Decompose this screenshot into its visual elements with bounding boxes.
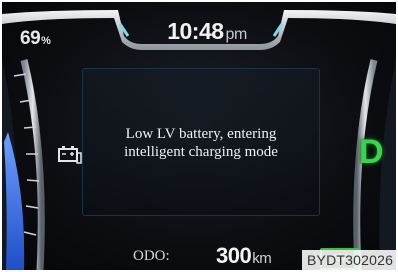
battery-percentage: 69% (20, 28, 51, 50)
watermark: BYDT302026 (302, 250, 398, 270)
warning-message: Low LV battery, entering intelligent cha… (83, 125, 319, 161)
gear-indicator: D (359, 133, 384, 171)
clock: 10:48 pm (152, 18, 262, 45)
odometer-label: ODO: (133, 248, 170, 264)
warning-message-line-2: intelligent charging mode (124, 144, 278, 160)
odometer-value: 300 (216, 243, 252, 268)
warning-message-line-1: Low LV battery, entering (125, 126, 277, 142)
battery-percent-unit: % (41, 35, 51, 47)
odometer-unit: km (252, 250, 272, 267)
odometer-reading: 300km (216, 243, 272, 269)
clock-period: pm (225, 26, 248, 43)
lv-battery-icon (58, 146, 82, 164)
warning-message-panel: Low LV battery, entering intelligent cha… (82, 68, 320, 216)
clock-time: 10:48 (167, 18, 224, 44)
battery-percent-value: 69 (20, 28, 41, 49)
instrument-cluster-screen: 69% 10:48 pm Low LV battery, entering int… (2, 2, 396, 270)
